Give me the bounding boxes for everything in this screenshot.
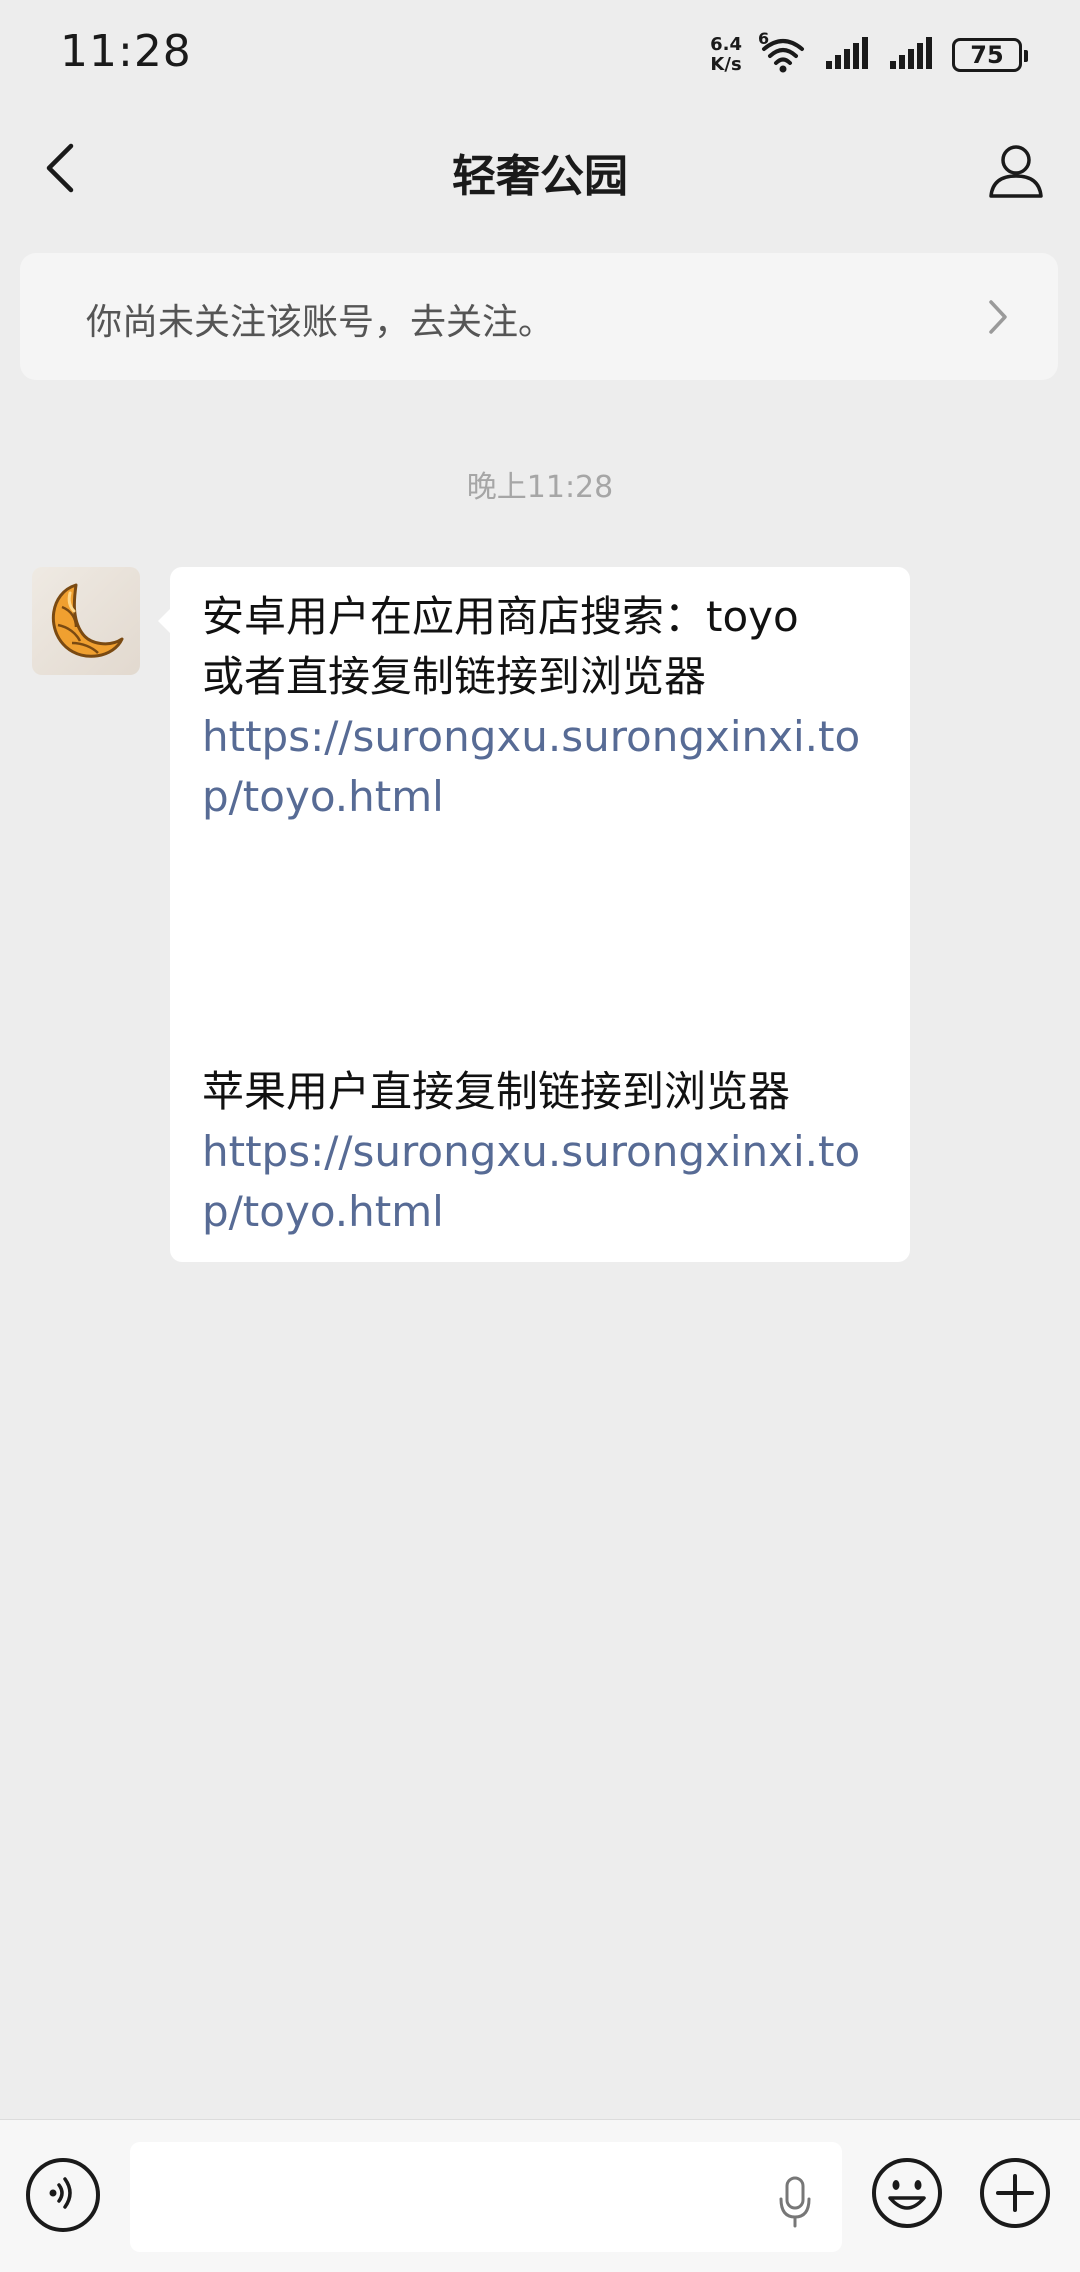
message-input[interactable] bbox=[130, 2142, 842, 2252]
battery-level: 75 bbox=[970, 41, 1004, 69]
more-options-button[interactable] bbox=[978, 2158, 1052, 2232]
user-icon bbox=[986, 140, 1046, 204]
battery-icon: 75 bbox=[952, 38, 1028, 72]
ios-download-link[interactable]: https://surongxu.surongxinxi.top/toyo.ht… bbox=[202, 1122, 878, 1242]
status-bar: 11:28 6.4 K/s 6 75 bbox=[0, 0, 1080, 110]
follow-banner-text: 你尚未关注该账号，去关注。 bbox=[86, 302, 555, 343]
message-line-android-search: 安卓用户在应用商店搜索：toyo bbox=[202, 592, 799, 641]
message-line-ios-copy: 苹果用户直接复制链接到浏览器 bbox=[202, 1067, 791, 1116]
message-line-android-copy: 或者直接复制链接到浏览器 bbox=[202, 652, 707, 701]
input-bar bbox=[0, 2119, 1080, 2272]
follow-banner[interactable]: 你尚未关注该账号，去关注。 bbox=[20, 253, 1058, 380]
emoji-button[interactable] bbox=[870, 2158, 944, 2232]
plus-icon bbox=[978, 2156, 1052, 2234]
profile-button[interactable] bbox=[982, 138, 1050, 206]
microphone-icon[interactable] bbox=[770, 2172, 820, 2232]
chat-screen: 11:28 6.4 K/s 6 75 轻奢公园 你尚未关注该账号，去关注。 晚上… bbox=[0, 0, 1080, 2272]
emoji-icon bbox=[870, 2156, 944, 2234]
signal-icon-sim1 bbox=[824, 35, 872, 75]
network-speed: 6.4 K/s bbox=[710, 35, 742, 75]
signal-icon-sim2 bbox=[888, 35, 936, 75]
message-bubble[interactable]: 安卓用户在应用商店搜索：toyo 或者直接复制链接到浏览器 https://su… bbox=[158, 567, 910, 1262]
croissant-icon bbox=[32, 583, 140, 675]
status-time: 11:28 bbox=[60, 26, 192, 77]
chevron-right-icon bbox=[978, 293, 1018, 341]
android-download-link[interactable]: https://surongxu.surongxinxi.top/toyo.ht… bbox=[202, 707, 878, 827]
voice-icon bbox=[43, 2173, 83, 2217]
network-speed-value: 6.4 bbox=[710, 34, 742, 55]
page-title: 轻奢公园 bbox=[452, 151, 628, 202]
status-icons: 6.4 K/s 6 75 bbox=[710, 29, 1028, 80]
avatar[interactable] bbox=[32, 567, 140, 675]
voice-mode-button[interactable] bbox=[26, 2158, 100, 2232]
wifi-icon: 6 bbox=[758, 29, 808, 75]
network-speed-unit: K/s bbox=[710, 54, 742, 75]
nav-bar: 轻奢公园 bbox=[0, 110, 1080, 230]
message-timestamp: 晚上11:28 bbox=[466, 470, 614, 505]
network-type-label: 6 bbox=[758, 29, 770, 48]
